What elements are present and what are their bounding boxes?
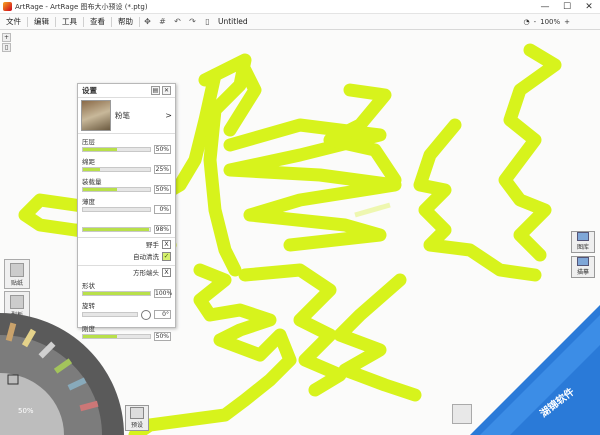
rotation-knob[interactable] [141,309,151,320]
slider-value[interactable]: 25% [154,164,171,174]
preset-label: 预设 [130,422,143,429]
square-tip-row: 方形端头 X [78,266,175,278]
tool-name: 粉笔 [115,111,130,120]
slider-track[interactable] [82,226,151,232]
panel-close-icon[interactable]: ✕ [162,86,171,95]
gallery-button[interactable]: 图库 [571,231,595,253]
zoom-controls: ◔ - 100% + [523,14,570,30]
tool-more-button[interactable]: > [165,111,172,120]
minimize-button[interactable]: — [534,0,556,14]
gallery-label: 图库 [576,244,589,251]
freehand-label: 野手 [146,241,159,249]
slider-label: 压层 [82,138,95,146]
zoom-out-button[interactable]: - [534,18,537,26]
sticker-button[interactable]: 贴纸 [4,259,30,289]
trace-label: 描摹 [576,269,589,276]
settings-header: 设置 ▤ ✕ [78,84,175,98]
slider-label: 装载量 [82,178,102,186]
slider-value[interactable]: 0% [154,204,171,214]
slider-3: 薄度 0% [78,194,175,214]
slider-fill [83,187,117,191]
slider-label: 绵距 [82,158,95,166]
grid-icon[interactable]: # [156,16,169,28]
slider-label: 薄度 [82,198,95,206]
document-name: Untitled [218,17,248,26]
trace-button[interactable]: 描摹 [571,256,595,278]
window-title: ArtRage - ArtRage 图布大小预设 (*.ptg) [15,2,148,11]
trace-icon [577,257,589,266]
maximize-button[interactable]: ☐ [556,0,578,14]
watermark-banner [470,305,600,435]
slider-1: 绵距 25% [78,154,175,174]
canvas-side-tabs: + ▯ [2,33,11,53]
document-icon: ▯ [205,17,210,26]
slider-fill [83,167,100,171]
panel-toggle-icon[interactable]: + [2,33,11,42]
stroke-bottom-right [333,273,422,402]
tool-picker-wheel[interactable]: 50% [0,313,124,435]
slider-fill [83,147,117,151]
shape-slider[interactable] [82,290,151,296]
shape-value[interactable]: 100% [154,288,172,298]
menu-file[interactable]: 文件 [0,16,28,27]
auto-clean-label: 自动清洗 [133,253,159,261]
auto-clean-row: 自动清洗 ✓ [78,250,175,262]
slider-0: 压层 50% [78,134,175,154]
reference-icon[interactable]: ◔ [523,18,529,26]
stencil-icon [10,295,24,309]
rotation-label: 旋转 [82,302,95,310]
zoom-level: 100% [540,18,561,26]
slider-2: 装载量 50% [78,174,175,194]
tool-selector[interactable]: 粉笔 > [78,98,175,134]
square-tip-label: 方形端头 [133,269,159,277]
close-button[interactable]: ✕ [578,0,600,14]
panel-toggle2-icon[interactable]: ▯ [2,43,11,52]
shape-label: 形状 [82,282,95,290]
slider-track[interactable] [82,146,151,152]
slider-label [82,216,171,224]
slider-value[interactable]: 50% [154,144,171,154]
slider-fill [83,227,149,231]
slider-value[interactable]: 98% [154,224,171,234]
app-icon [3,2,12,11]
menu-edit[interactable]: 编辑 [28,16,56,27]
settings-panel: 设置 ▤ ✕ 粉笔 > 压层 50% 绵距 25% 装载量 50% 薄度 0% 98% 野手 X… [77,83,176,341]
preset-save-icon[interactable]: ▤ [151,86,160,95]
slider-track[interactable] [82,186,151,192]
freehand-checkbox[interactable]: X [162,239,171,249]
hardness-value[interactable]: 50% [154,331,171,341]
picker-zoom: 50% [18,407,34,415]
slider-track[interactable] [82,166,151,172]
auto-clean-checkbox[interactable]: ✓ [162,251,171,261]
slider-4: 98% [78,214,175,234]
menu-help[interactable]: 帮助 [112,16,140,27]
square-tip-checkbox[interactable]: X [162,267,171,277]
title-bar: ArtRage - ArtRage 图布大小预设 (*.ptg) — ☐ ✕ [0,0,600,14]
zoom-in-button[interactable]: + [564,18,570,26]
move-icon[interactable]: ✥ [141,16,154,28]
sticker-label: 贴纸 [10,280,23,287]
redo-icon[interactable]: ↷ [186,16,199,28]
right-panel-buttons: 图库 描摹 [571,231,597,281]
menu-view[interactable]: 查看 [84,16,112,27]
slider-value[interactable]: 50% [154,184,171,194]
layer-toggle-button[interactable] [452,404,472,424]
preset-button[interactable]: 预设 [125,405,149,431]
stroke-smudge [354,202,391,218]
rotation-value[interactable]: 0° [154,310,171,319]
image-icon [577,232,589,241]
stroke-far-right [498,43,562,262]
menu-bar: 文件 编辑 工具 查看 帮助 ✥ # ↶ ↷ ▯ Untitled ◔ - 10… [0,14,600,30]
preset-icon [130,407,144,419]
menu-tools[interactable]: 工具 [56,16,84,27]
slider-track[interactable] [82,206,151,212]
undo-icon[interactable]: ↶ [171,16,184,28]
chalk-tool-icon [81,100,111,131]
freehand-row: 野手 X [78,238,175,250]
sticker-icon [10,263,24,277]
settings-title: 设置 [82,86,97,95]
